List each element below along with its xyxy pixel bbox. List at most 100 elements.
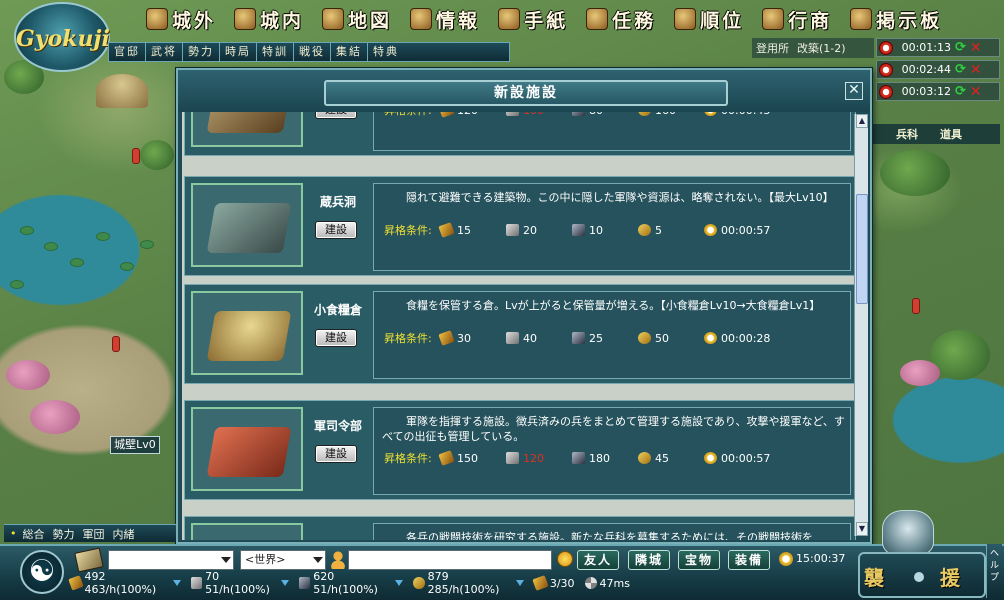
top-menu-item[interactable]: 手紙 (492, 1, 580, 37)
queue-header-right[interactable]: 改築(1-2) (797, 40, 846, 56)
dialog-scrollbar[interactable]: ▲ ▼ (854, 114, 868, 536)
sub-menu-item[interactable]: 官邸 (109, 43, 146, 61)
facility-image[interactable] (191, 291, 303, 375)
map-lily (96, 232, 110, 241)
top-menu-item[interactable]: 任務 (580, 1, 668, 37)
building-icon (206, 427, 292, 477)
requirement-value: 120 (457, 112, 478, 117)
smile-icon[interactable] (557, 551, 573, 567)
top-menu-item[interactable]: 城外 (140, 1, 228, 37)
wood-icon (438, 330, 455, 346)
dropdown-triangle-icon[interactable] (172, 580, 181, 586)
tab-unit-type[interactable]: 兵科 (896, 126, 918, 142)
chat-tab[interactable]: 勢力 (51, 526, 77, 542)
queue-row: 00:02:44 ⟳ ✕ (876, 60, 1000, 79)
build-button[interactable]: 建設 (315, 445, 357, 463)
requirement-wood: 15 (438, 222, 506, 238)
map-blossom-tree (30, 400, 80, 434)
speedup-icon[interactable]: ⟳ (955, 63, 966, 76)
sub-menu-item[interactable]: 勢力 (183, 43, 220, 61)
requirement-value: 50 (655, 331, 669, 345)
build-button[interactable]: 建設 (315, 112, 357, 119)
scroll-up-icon[interactable]: ▲ (856, 114, 868, 128)
top-menu-item[interactable]: 情報 (404, 1, 492, 37)
tab-items[interactable]: 道具 (940, 126, 962, 142)
scroll-thumb[interactable] (856, 194, 868, 304)
sub-menu: 官邸 武将 勢力 時局 特訓 戦役 集結 特典 (108, 42, 510, 62)
sub-menu-item[interactable]: 戦役 (294, 43, 331, 61)
quest-icon (586, 8, 609, 30)
facility-entry: 建設 影響する。【民家Lv10→集落Lv1】昇格条件:1201008016000:… (184, 112, 856, 156)
resource-item: 3/30 (532, 575, 575, 591)
map-icon (322, 8, 345, 30)
dropdown-triangle-icon[interactable] (515, 580, 524, 586)
reinforce-button[interactable]: 援 (940, 562, 960, 591)
sub-menu-item[interactable]: 集結 (331, 43, 368, 61)
sub-menu-item[interactable]: 武将 (146, 43, 183, 61)
sub-menu-item[interactable]: 時局 (220, 43, 257, 61)
cancel-icon[interactable]: ✕ (970, 63, 982, 77)
dropdown-triangle-icon[interactable] (395, 580, 404, 586)
chat-tab[interactable]: 内緒 (111, 526, 137, 542)
help-side-tab[interactable]: ヘルプ (986, 544, 1002, 598)
facility-list: 建設 影響する。【民家Lv10→集落Lv1】昇格条件:1201008016000:… (182, 112, 856, 540)
top-menu-label: 情報 (436, 9, 481, 32)
requirement-value: 80 (589, 112, 603, 117)
close-icon[interactable]: ✕ (845, 82, 863, 100)
resource-item: 620 51/h(100%) (298, 570, 404, 596)
cancel-icon[interactable]: ✕ (970, 41, 982, 55)
top-menu-item[interactable]: 行商 (756, 1, 844, 37)
chat-tab[interactable]: 軍団 (81, 526, 107, 542)
map-blossom-tree (6, 360, 50, 390)
requirement-value: 00:00:57 (721, 451, 771, 465)
server-time: 15:00:37 (796, 552, 846, 565)
dropdown-triangle-icon[interactable] (280, 580, 289, 586)
wall-level-label[interactable]: 城壁Lv0 (110, 436, 160, 454)
facility-image[interactable] (191, 523, 303, 540)
side-tabs: 兵科 道具 (872, 124, 1000, 144)
iron-icon (572, 332, 585, 344)
sub-menu-item[interactable]: 特典 (368, 43, 404, 61)
top-menu-item[interactable]: 順位 (668, 1, 756, 37)
map-hut[interactable] (96, 74, 148, 108)
sub-menu-item[interactable]: 特訓 (257, 43, 294, 61)
top-menu-item[interactable]: 城内 (228, 1, 316, 37)
chat-channel-value: <世界> (245, 553, 286, 566)
requirement-value: 00:00:57 (721, 223, 771, 237)
chat-channel-select[interactable]: <世界> (240, 550, 326, 570)
ranking-icon (674, 8, 697, 30)
chat-input[interactable] (348, 550, 552, 570)
facility-image[interactable] (191, 112, 303, 147)
queue-header-left[interactable]: 登用所 (756, 40, 789, 56)
resource-value: 620 51/h(100%) (313, 570, 378, 596)
info-scroll-icon (410, 8, 433, 30)
friends-button[interactable]: 友人 (577, 550, 620, 570)
facility-description: 隠れて避難できる建築物。この中に隠した軍隊や資源は、略奪されない。【最大Lv10… (406, 191, 834, 204)
requirement-value: 40 (523, 331, 537, 345)
speedup-icon[interactable]: ⟳ (955, 85, 966, 98)
top-menu-item[interactable]: 掲示板 (844, 1, 954, 37)
facility-image[interactable] (191, 407, 303, 491)
cancel-icon[interactable]: ✕ (970, 85, 982, 99)
yinyang-menu-icon[interactable]: ☯ (20, 550, 64, 594)
speedup-icon[interactable]: ⟳ (955, 41, 966, 54)
attack-button[interactable]: 襲 (864, 562, 884, 591)
facility-info: 隠れて避難できる建築物。この中に隠した軍隊や資源は、略奪されない。【最大Lv10… (373, 183, 851, 271)
game-logo[interactable]: Gyokuji (14, 2, 110, 72)
requirement-value: 30 (457, 331, 471, 345)
top-menu-item[interactable]: 地図 (316, 1, 404, 37)
person-icon[interactable] (331, 551, 345, 569)
chat-target-select[interactable] (108, 550, 234, 570)
requirement-value: 180 (589, 451, 610, 465)
equipment-button[interactable]: 装備 (728, 550, 771, 570)
facility-image[interactable] (191, 183, 303, 267)
grain-icon (638, 112, 651, 116)
build-button[interactable]: 建設 (315, 329, 357, 347)
chat-tab[interactable]: 総合 (21, 526, 47, 542)
top-menu-label: 順位 (700, 9, 745, 32)
neighbor-castle-button[interactable]: 隣城 (628, 550, 671, 570)
facility-info: 影響する。【民家Lv10→集落Lv1】昇格条件:1201008016000:00… (373, 112, 851, 151)
build-button[interactable]: 建設 (315, 221, 357, 239)
resource-value: 879 285/h(100%) (427, 570, 500, 596)
treasure-button[interactable]: 宝物 (678, 550, 721, 570)
